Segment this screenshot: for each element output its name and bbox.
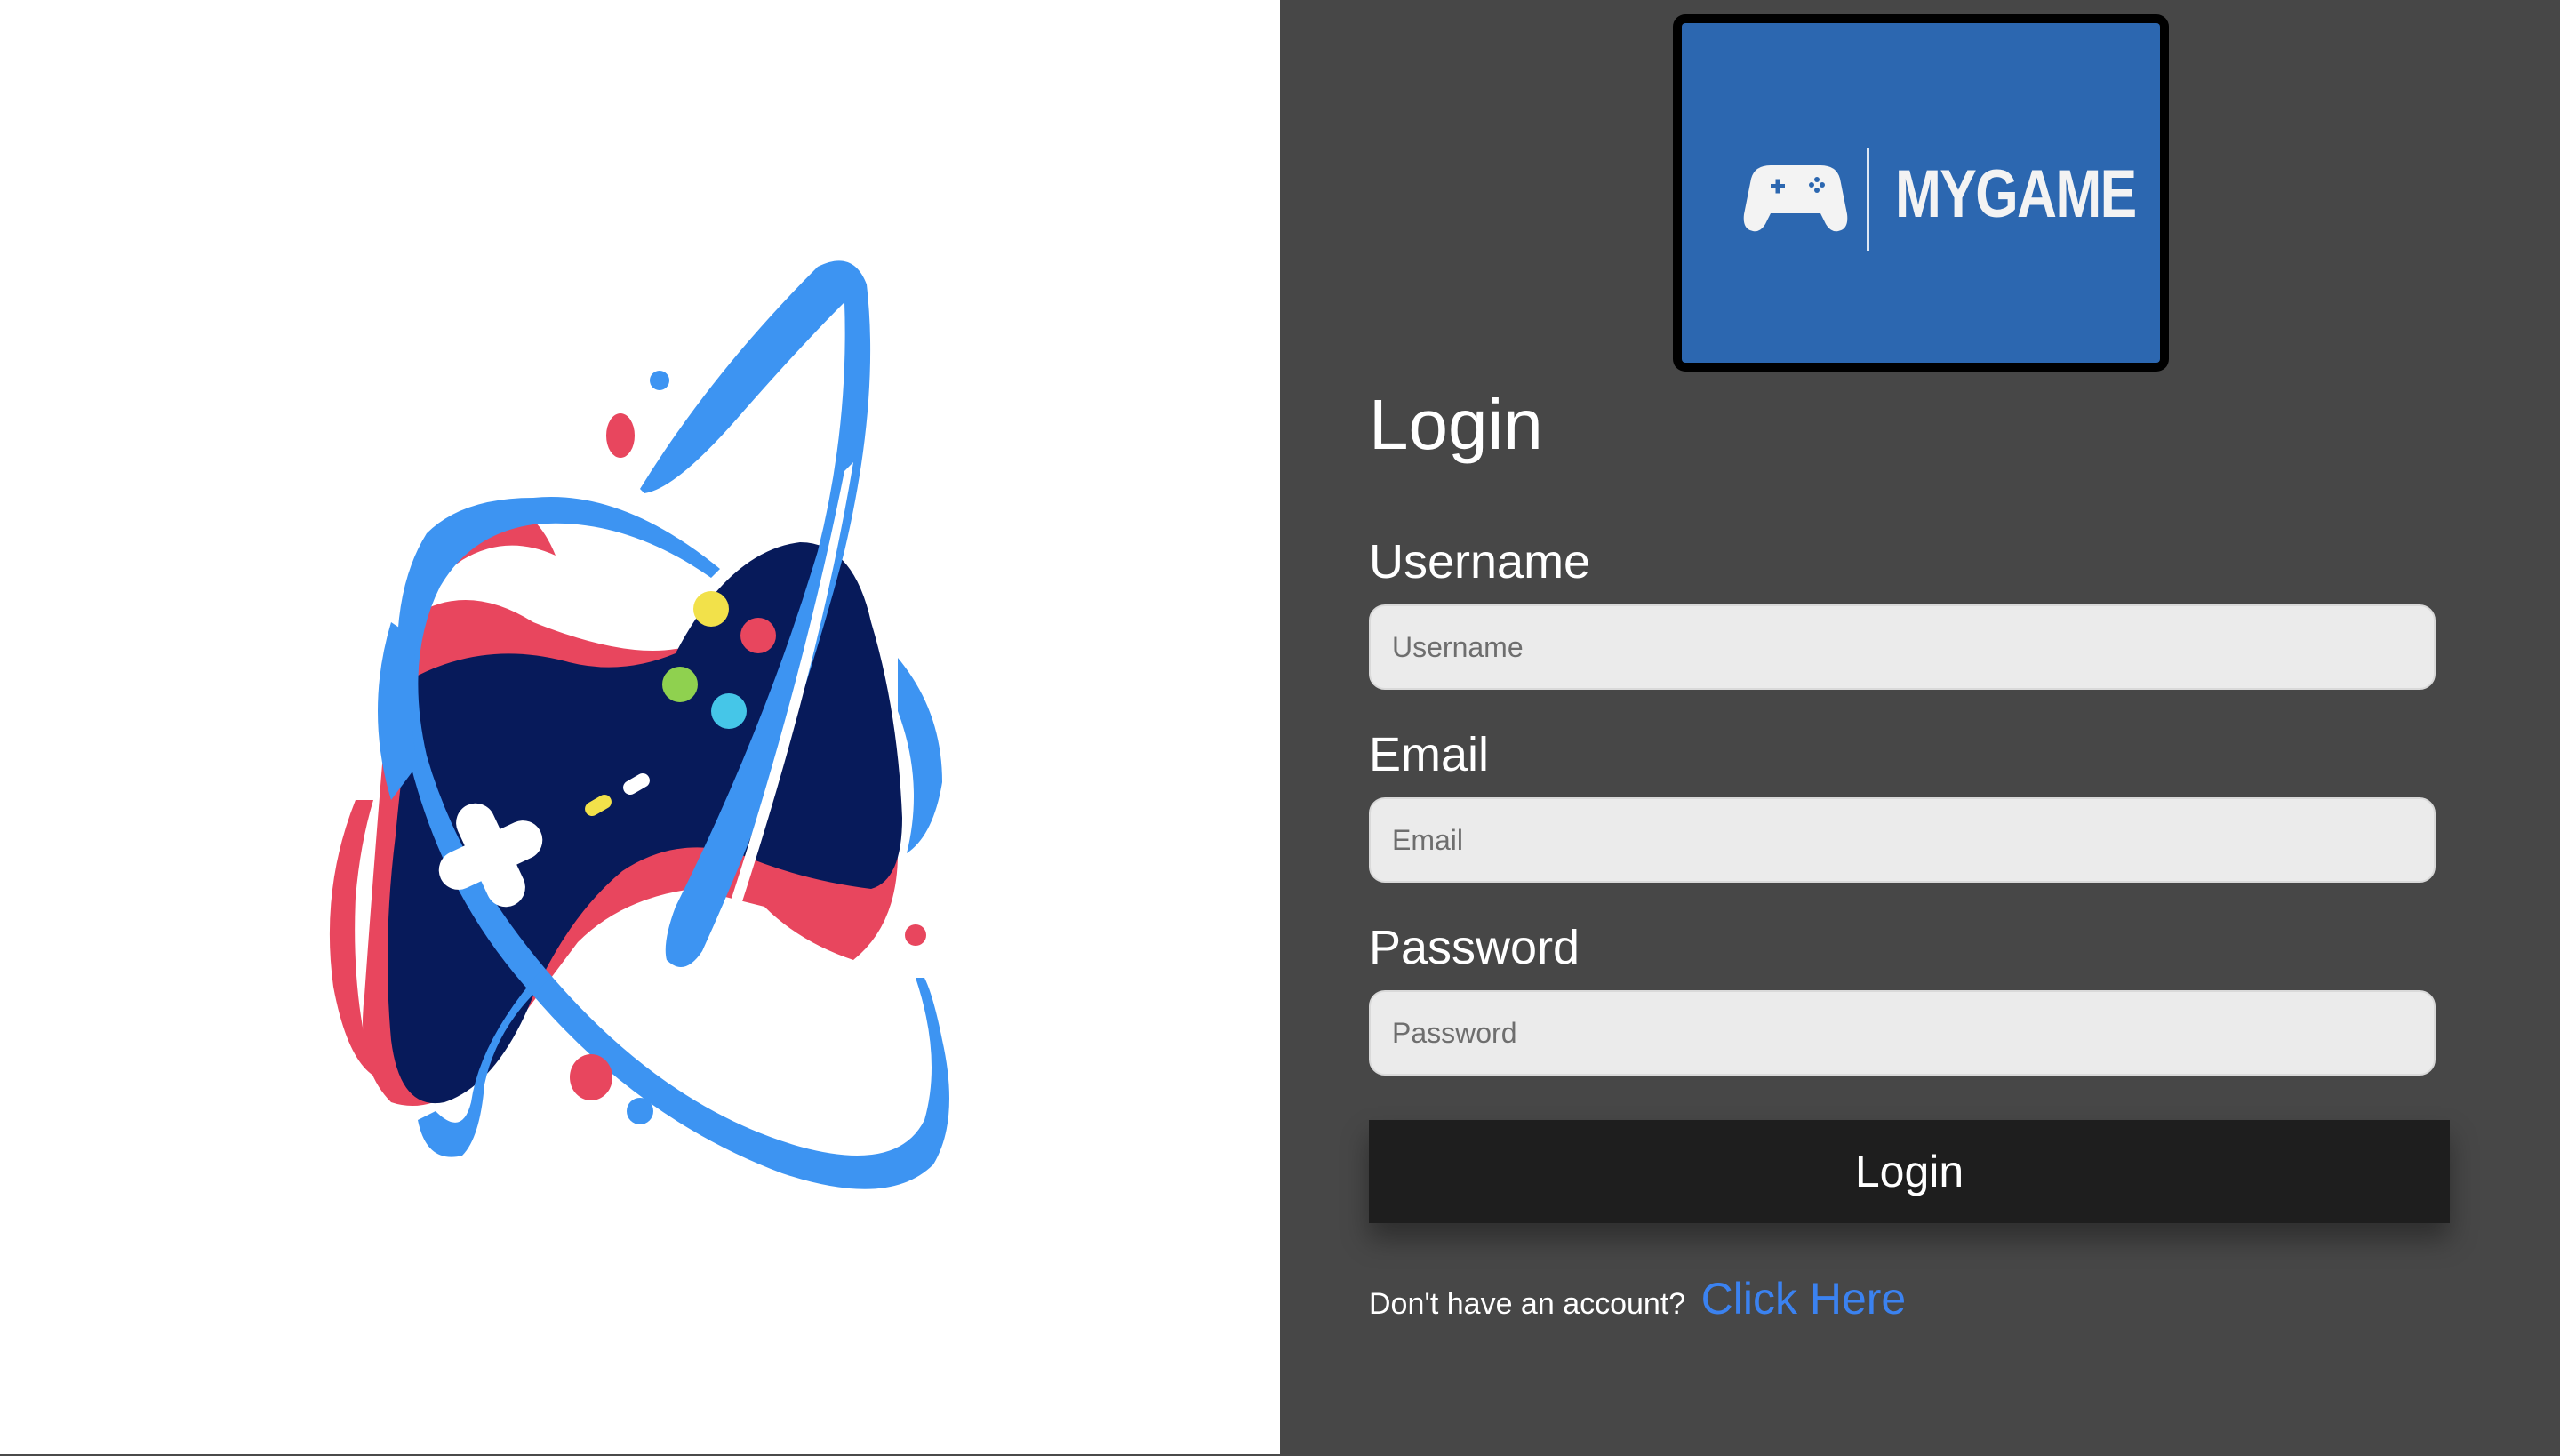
illustration-panel [0,0,1280,1456]
brand-logo: MYGAME [1673,14,2169,372]
email-input[interactable] [1369,797,2436,883]
signup-prompt: Don't have an account? [1369,1287,1686,1321]
page-title: Login [1369,385,1543,464]
password-input[interactable] [1369,990,2436,1076]
login-button[interactable]: Login [1369,1120,2450,1223]
username-label: Username [1369,535,1591,588]
gamepad-illustration-icon [329,260,950,1189]
signup-prompt-row: Don't have an account? Click Here [1369,1273,1906,1324]
username-input[interactable] [1369,604,2436,690]
password-label: Password [1369,921,1580,974]
login-page: MYGAME Login Username Email Password Log… [0,0,2560,1456]
login-panel: MYGAME Login Username Email Password Log… [1280,0,2560,1456]
brand-name: MYGAME [1895,156,2137,232]
email-label: Email [1369,728,1490,781]
signup-link[interactable]: Click Here [1701,1274,1907,1324]
brand-logo-background: MYGAME [1682,23,2160,363]
logo-divider [1867,148,1869,251]
